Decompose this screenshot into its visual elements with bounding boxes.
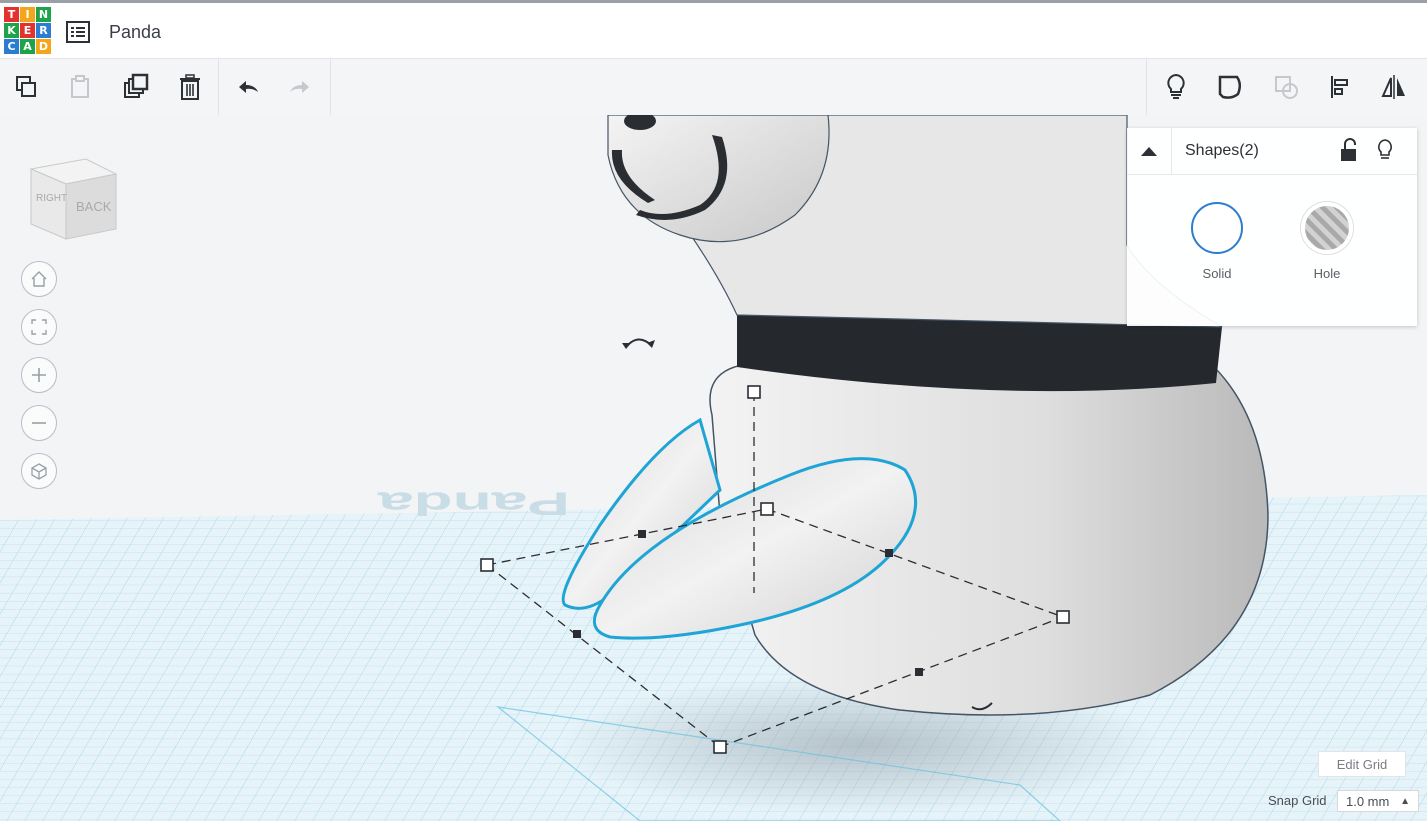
- tinkercad-logo[interactable]: TIN KER CAD: [4, 7, 52, 55]
- logo-letter: I: [20, 7, 35, 22]
- duplicate-button[interactable]: [118, 69, 154, 105]
- delete-button[interactable]: [172, 69, 208, 105]
- caret-up-icon: [1141, 147, 1157, 156]
- shape-inspector-panel: Shapes(2) Solid Hole: [1127, 128, 1417, 326]
- resize-handle[interactable]: [480, 558, 494, 572]
- collapse-button[interactable]: [1127, 128, 1172, 174]
- redo-button[interactable]: [282, 69, 318, 105]
- zoom-in-button[interactable]: [21, 357, 57, 393]
- lightbulb-icon: [1167, 73, 1185, 99]
- edge-handle[interactable]: [573, 630, 581, 638]
- perspective-button[interactable]: [21, 453, 57, 489]
- height-handle[interactable]: [747, 385, 761, 399]
- design-title[interactable]: Panda: [109, 22, 161, 43]
- resize-handle[interactable]: [760, 502, 774, 516]
- inspector-header: Shapes(2): [1127, 128, 1417, 175]
- hole-swatch[interactable]: [1301, 202, 1353, 254]
- home-view-button[interactable]: [21, 261, 57, 297]
- cube-face-back: BACK: [76, 199, 112, 214]
- redo-icon: [290, 81, 309, 93]
- logo-letter: T: [4, 7, 19, 22]
- solid-option[interactable]: Solid: [1177, 202, 1257, 281]
- inspector-title: Shapes(2): [1185, 142, 1259, 159]
- top-bar: TIN KER CAD Panda: [0, 0, 1427, 59]
- ungroup-button[interactable]: [1268, 69, 1304, 105]
- snap-grid-select[interactable]: 1.0 mm ▲: [1337, 790, 1419, 812]
- logo-letter: D: [36, 39, 51, 54]
- lightbulb-icon[interactable]: [1373, 137, 1397, 163]
- view-cube[interactable]: RIGHT BACK: [26, 149, 126, 249]
- hole-option[interactable]: Hole: [1287, 202, 1367, 281]
- ungroup-icon: [1275, 76, 1298, 99]
- snap-grid-label: Snap Grid: [1268, 793, 1327, 808]
- home-icon: [31, 271, 47, 287]
- design-list-icon[interactable]: [66, 21, 90, 43]
- lock-icon[interactable]: [1337, 137, 1361, 163]
- resize-handle[interactable]: [713, 740, 727, 754]
- align-icon: [1331, 76, 1348, 98]
- undo-button[interactable]: [230, 69, 266, 105]
- solid-label: Solid: [1202, 266, 1232, 281]
- mirror-button[interactable]: [1376, 69, 1412, 105]
- solid-swatch[interactable]: [1191, 202, 1243, 254]
- 3d-viewport[interactable]: Panda RIGHT BACK Shapes(2) Solid Hole Ed…: [0, 115, 1427, 821]
- fit-view-icon: [31, 319, 47, 335]
- logo-letter: A: [20, 39, 35, 54]
- perspective-icon: [31, 463, 47, 480]
- caret-up-icon: ▲: [1400, 795, 1410, 807]
- fit-view-button[interactable]: [21, 309, 57, 345]
- trash-icon: [180, 74, 200, 100]
- zoom-out-icon: [32, 422, 46, 424]
- duplicate-icon: [124, 73, 149, 98]
- cube-face-right: RIGHT: [36, 193, 67, 204]
- undo-icon: [239, 81, 258, 93]
- edge-handle[interactable]: [638, 530, 646, 538]
- edge-handle[interactable]: [915, 668, 923, 676]
- group-button[interactable]: [1212, 69, 1248, 105]
- group-icon: [1218, 75, 1241, 99]
- logo-letter: R: [36, 23, 51, 38]
- toolbar: [0, 59, 1427, 116]
- edit-grid-button[interactable]: Edit Grid: [1318, 751, 1406, 777]
- zoom-in-icon: [32, 368, 46, 382]
- align-button[interactable]: [1322, 69, 1358, 105]
- show-all-button[interactable]: [1158, 69, 1194, 105]
- zoom-out-button[interactable]: [21, 405, 57, 441]
- paste-icon: [71, 75, 89, 98]
- snap-grid-value: 1.0 mm: [1346, 793, 1390, 809]
- edge-handle[interactable]: [885, 549, 893, 557]
- copy-button[interactable]: [8, 69, 44, 105]
- logo-letter: N: [36, 7, 51, 22]
- mirror-icon: [1381, 75, 1405, 99]
- paste-button[interactable]: [62, 69, 98, 105]
- logo-letter: C: [4, 39, 19, 54]
- logo-letter: E: [20, 23, 35, 38]
- hole-label: Hole: [1313, 266, 1341, 281]
- workplane-watermark: Panda: [377, 486, 570, 522]
- copy-icon: [16, 76, 36, 97]
- resize-handle[interactable]: [1056, 610, 1070, 624]
- logo-letter: K: [4, 23, 19, 38]
